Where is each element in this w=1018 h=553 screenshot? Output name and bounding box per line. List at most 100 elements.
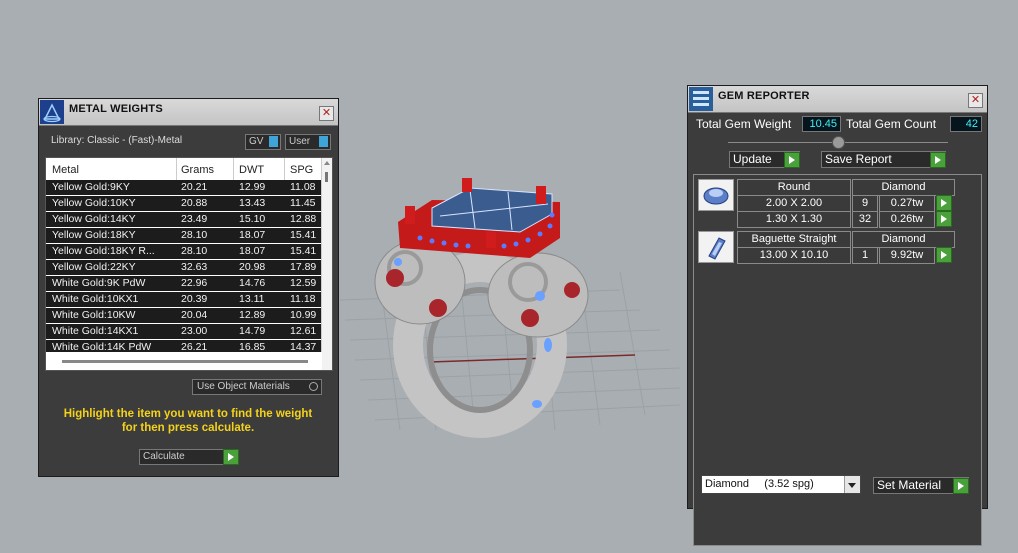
metal-cell: Yellow Gold:22KY [52,261,136,273]
column-header-metal[interactable]: Metal [52,164,79,176]
set-material-button[interactable]: Set Material [873,477,969,494]
metal-cell: Yellow Gold:14KY [52,213,136,225]
gem-size-cell: 13.00 X 10.10 [737,247,851,264]
table-row[interactable]: Yellow Gold:10KY 20.88 13.43 11.45 [46,196,322,212]
set-material-label: Set Material [877,478,942,492]
metal-cell: Yellow Gold:10KY [52,197,136,209]
red-ball-icon [521,309,539,327]
column-header-dwt[interactable]: DWT [239,164,264,176]
dwt-cell: 14.79 [239,325,266,337]
table-row[interactable]: White Gold:14KX1 23.00 14.79 12.61 [46,324,322,340]
collapse-handle-icon[interactable] [832,136,845,149]
gem-reporter-icon [689,87,713,111]
save-report-label: Save Report [825,152,892,166]
baguette-gem-icon[interactable] [698,231,734,263]
play-arrow-icon[interactable] [936,247,952,263]
grams-cell: 20.04 [181,309,208,321]
play-arrow-icon [930,152,946,168]
grams-cell: 22.96 [181,277,208,289]
save-report-button[interactable]: Save Report [821,151,946,168]
radio-icon [309,382,318,391]
grams-cell: 28.10 [181,245,208,257]
total-gem-count-value: 42 [950,116,982,132]
metal-weights-titlebar[interactable]: METAL WEIGHTS ✕ [39,99,338,126]
grams-cell: 28.10 [181,229,208,241]
red-ball-icon [564,282,580,298]
metal-cell: White Gold:9K PdW [52,277,146,289]
dwt-cell: 13.11 [239,293,265,305]
update-label: Update [733,152,772,166]
play-arrow-icon [953,478,969,494]
metal-table[interactable]: Metal Grams DWT SPG Yellow Gold:9KY 20.21… [45,157,333,371]
horizontal-scrollbar[interactable] [46,352,322,370]
gem-material-cell: Diamond [852,179,955,196]
table-row[interactable]: Yellow Gold:18KY 28.10 18.07 15.41 [46,228,322,244]
dwt-cell: 12.99 [239,181,266,193]
metal-cell: Yellow Gold:9KY [52,181,130,193]
vertical-scrollbar[interactable] [321,158,332,370]
material-select-value: Diamond (3.52 spg) [705,478,814,490]
gem-count-cell: 32 [852,211,878,228]
gem-size-cell: 2.00 X 2.00 [737,195,851,212]
dwt-cell: 15.10 [239,213,266,225]
gem-weight-cell: 0.26tw [879,211,935,228]
calculate-label: Calculate [143,451,185,462]
total-gem-weight-value: 10.45 [802,116,841,132]
metal-cell: White Gold:14KX1 [52,325,139,337]
close-icon[interactable]: ✕ [319,106,334,121]
gem-reporter-panel: GEM REPORTER ✕ Total Gem Weight 10.45 To… [687,85,988,546]
total-gem-count-label: Total Gem Count [846,117,937,131]
gem-shape-cell: Baguette Straight [737,231,851,248]
table-row[interactable]: Yellow Gold:9KY 20.21 12.99 11.08 [46,180,322,196]
scroll-thumb[interactable] [325,172,328,182]
dwt-cell: 18.07 [239,245,266,257]
calculate-button[interactable]: Calculate [139,449,239,465]
scroll-thumb[interactable] [62,360,308,363]
panel-title: METAL WEIGHTS [69,103,163,115]
gem-material-cell: Diamond [852,231,955,248]
panel-title: GEM REPORTER [718,90,810,102]
gv-toggle[interactable]: GV [245,134,281,150]
table-row[interactable]: White Gold:9K PdW 22.96 14.76 12.59 [46,276,322,292]
table-row[interactable]: White Gold:10KW 20.04 12.89 10.99 [46,308,322,324]
gv-label: GV [249,136,264,147]
table-row[interactable]: Yellow Gold:22KY 32.63 20.98 17.89 [46,260,322,276]
dwt-cell: 14.76 [239,277,266,289]
metal-cell: White Gold:10KW [52,309,136,321]
play-arrow-icon[interactable] [936,211,952,227]
dwt-cell: 20.98 [239,261,266,273]
use-object-materials-label: Use Object Materials [197,381,290,392]
table-row[interactable]: Yellow Gold:18KY R... 28.10 18.07 15.41 [46,244,322,260]
red-ball-icon [429,299,447,317]
instructions-text: Highlight the item you want to find the … [63,408,313,434]
column-header-grams[interactable]: Grams [181,164,214,176]
grams-cell: 20.39 [181,293,208,305]
red-ball-icon [386,269,404,287]
user-toggle[interactable]: User [285,134,331,150]
table-row[interactable]: Yellow Gold:14KY 23.49 15.10 12.88 [46,212,322,228]
grams-cell: 23.49 [181,213,208,225]
grams-cell: 20.21 [181,181,208,193]
table-row[interactable]: White Gold:10KX1 20.39 13.11 11.18 [46,292,322,308]
gem-reporter-titlebar[interactable]: GEM REPORTER ✕ [688,86,987,113]
grams-cell: 23.00 [181,325,208,337]
metal-weights-panel: METAL WEIGHTS ✕ Library: Classic - (Fast… [38,98,339,477]
close-icon[interactable]: ✕ [968,93,983,108]
dwt-cell: 13.43 [239,197,266,209]
gem-shape-cell: Round [737,179,851,196]
library-label: Library: Classic - (Fast)-Metal [51,135,183,146]
round-gem-icon[interactable] [698,179,734,211]
column-header-spg[interactable]: SPG [290,164,313,176]
play-arrow-icon [784,152,800,168]
play-arrow-icon[interactable] [936,195,952,211]
use-object-materials-toggle[interactable]: Use Object Materials [192,379,322,395]
gem-count-cell: 1 [852,247,878,264]
scroll-up-icon[interactable] [324,161,330,165]
chevron-down-icon[interactable] [844,476,860,493]
gem-size-cell: 1.30 X 1.30 [737,211,851,228]
toggle-indicator-icon [319,136,328,147]
material-select[interactable]: Diamond (3.52 spg) [701,475,861,494]
user-label: User [289,136,311,147]
dwt-cell: 18.07 [239,229,266,241]
update-button[interactable]: Update [729,151,800,168]
